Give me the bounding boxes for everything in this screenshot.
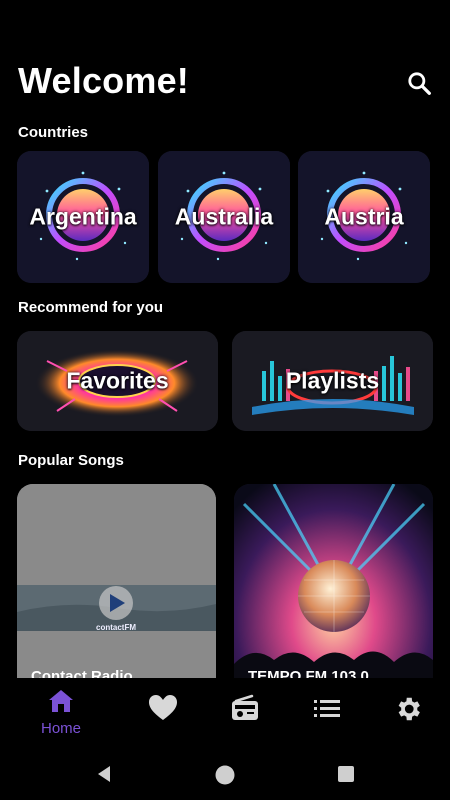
list-icon [314, 700, 340, 717]
country-card-australia[interactable]: Australia [158, 151, 290, 283]
song-title: Contact Radio [31, 668, 133, 678]
playlists-label: Playlists [285, 367, 380, 394]
nav-item-settings[interactable] [363, 678, 450, 752]
nav-item-home[interactable]: Home [16, 678, 106, 752]
song-card-tempo-fm[interactable]: TEMPO FM 103.0 [234, 484, 433, 678]
contact-radio-artwork: contactFM [17, 484, 216, 678]
recents-icon[interactable] [336, 764, 356, 784]
back-icon[interactable] [94, 764, 114, 784]
favorites-label: Favorites [66, 367, 169, 394]
recommend-list: Favorites Playlists [17, 331, 433, 431]
header: Welcome! [18, 60, 432, 108]
nav-label-home: Home [40, 720, 81, 737]
nav-item-list[interactable] [282, 678, 372, 752]
nav-item-radio[interactable] [200, 678, 290, 752]
country-label: Austria [324, 203, 404, 230]
country-card-austria[interactable]: Austria [298, 151, 430, 283]
country-card-argentina[interactable]: Argentina [17, 151, 149, 283]
system-navigation-bar [0, 752, 450, 800]
search-icon[interactable] [406, 70, 432, 96]
home-button-icon[interactable] [214, 764, 236, 786]
country-label: Argentina [29, 203, 137, 230]
contact-fm-logo: contactFM [96, 623, 136, 632]
bottom-navigation: Home [0, 678, 450, 752]
gear-icon [398, 697, 420, 721]
favorites-card[interactable]: Favorites [17, 331, 218, 431]
section-title-countries: Countries [18, 124, 89, 141]
page-title: Welcome! [18, 60, 189, 101]
popular-songs-list: contactFM Contact Radio TEMPO FM 103.0 [17, 484, 433, 678]
section-title-popular: Popular Songs [18, 452, 124, 469]
section-title-recommend: Recommend for you [18, 299, 164, 316]
heart-icon [149, 695, 177, 720]
countries-list: Argentina Australia Austria [17, 151, 431, 283]
song-card-contact-radio[interactable]: contactFM Contact Radio [17, 484, 216, 678]
radio-icon [232, 694, 258, 720]
home-icon [49, 690, 73, 712]
nav-item-favorites[interactable] [118, 678, 208, 752]
tempo-fm-artwork [234, 484, 433, 678]
country-label: Australia [174, 203, 274, 230]
song-title: TEMPO FM 103.0 [248, 668, 369, 678]
playlists-card[interactable]: Playlists [232, 331, 433, 431]
